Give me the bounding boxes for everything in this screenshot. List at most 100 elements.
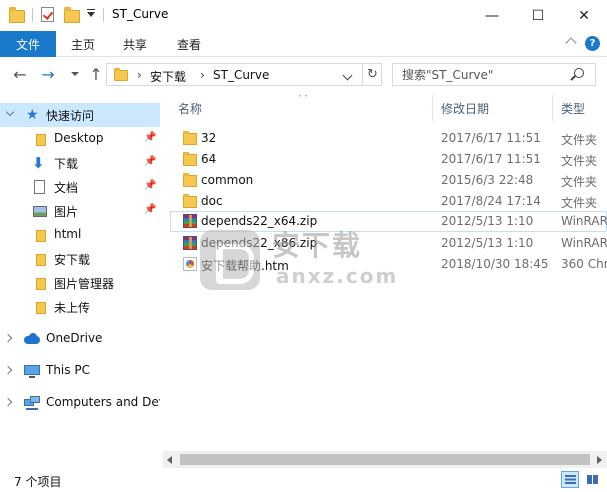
search-input[interactable] [393, 64, 573, 85]
scroll-left-icon[interactable] [167, 456, 172, 464]
file-name: common [201, 173, 254, 187]
file-date: 2015/6/3 22:48 [441, 173, 534, 187]
title-separator [103, 8, 104, 22]
sidebar-item-downloads[interactable]: ⬇ 下载 📌 [0, 151, 160, 175]
expand-ribbon-icon[interactable] [565, 37, 577, 49]
download-arrow-icon: ⬇ [32, 154, 45, 172]
breadcrumb-chevron-icon[interactable]: › [137, 68, 142, 82]
file-type: WinRAR [561, 236, 607, 250]
sidebar-item-html[interactable]: html [0, 223, 160, 247]
forward-arrow-icon[interactable]: → [38, 65, 58, 85]
column-header-type[interactable]: 类型 [553, 95, 607, 121]
column-header-date[interactable]: 修改日期 [433, 95, 553, 121]
up-arrow-icon[interactable]: ↑ [86, 65, 106, 85]
file-row[interactable]: common 2015/6/3 22:48 文件夹 [170, 170, 607, 191]
folder-icon [9, 7, 25, 23]
customize-toolbar-icon[interactable] [87, 9, 95, 17]
ribbon-tabs: 文件 主页 共享 查看 ? [0, 31, 607, 57]
file-date: 2017/6/17 11:51 [441, 131, 541, 145]
sidebar-item-onedrive[interactable]: OneDrive [0, 327, 160, 351]
folder-icon [32, 251, 48, 267]
tab-file[interactable]: 文件 [0, 31, 56, 57]
sidebar-item-label: 未上传 [54, 301, 91, 315]
sidebar-item-network[interactable]: Computers and Devices [0, 391, 160, 415]
sidebar-item-pictures[interactable]: 图片 📌 [0, 199, 160, 223]
folder-icon [183, 131, 197, 145]
sidebar-item-label: Desktop [54, 131, 104, 145]
minimize-button[interactable]: — [469, 0, 515, 31]
tab-share[interactable]: 共享 [123, 31, 147, 57]
folder-icon [32, 131, 48, 147]
file-name: 64 [201, 152, 217, 166]
file-type: 文件夹 [561, 133, 598, 147]
scrollbar-thumb[interactable] [180, 454, 590, 465]
expand-chevron-icon[interactable] [3, 365, 13, 375]
sidebar-item-quick-access[interactable]: ★ 快速访问 [0, 103, 160, 127]
tab-home[interactable]: 主页 [71, 31, 95, 57]
file-type: 360 Chr [561, 257, 607, 271]
expand-chevron-icon[interactable] [3, 397, 13, 407]
address-dropdown-icon[interactable] [342, 70, 353, 81]
file-row[interactable]: 32 2017/6/17 11:51 文件夹 [170, 128, 607, 149]
horizontal-scrollbar[interactable] [163, 451, 607, 468]
html-document-icon [183, 257, 197, 271]
address-folder-icon [114, 68, 128, 81]
folder-icon [32, 227, 48, 243]
sidebar-item-label: OneDrive [46, 331, 103, 345]
breadcrumb-item[interactable]: ST_Curve [213, 68, 269, 82]
document-icon [34, 179, 50, 195]
back-arrow-icon[interactable]: ← [10, 65, 30, 85]
scroll-right-icon[interactable] [597, 456, 602, 464]
window-title: ST_Curve [112, 7, 169, 21]
search-box[interactable] [392, 63, 596, 86]
title-bar: ST_Curve — ☐ ✕ [0, 0, 607, 31]
file-row[interactable]: doc 2017/8/24 17:14 文件夹 [170, 191, 607, 212]
star-icon: ★ [26, 107, 39, 123]
expand-chevron-icon[interactable] [5, 107, 15, 117]
watermark-text: 安下载 [272, 229, 363, 262]
file-type: 文件夹 [561, 196, 598, 210]
details-view-button[interactable] [561, 471, 579, 488]
sidebar-item-label: 文档 [54, 181, 79, 195]
watermark: 安下载 anxz.com [200, 222, 420, 302]
maximize-button[interactable]: ☐ [515, 0, 561, 31]
winrar-archive-icon [183, 214, 197, 228]
file-name: 32 [201, 131, 217, 145]
expand-chevron-icon[interactable] [3, 333, 13, 343]
file-date: 2018/10/30 18:45 [441, 257, 549, 271]
sidebar-item-desktop[interactable]: Desktop 📌 [0, 127, 160, 151]
column-header-name[interactable]: 名称 [170, 95, 433, 121]
file-date: 2017/6/17 11:51 [441, 152, 541, 166]
tab-view[interactable]: 查看 [177, 31, 201, 57]
search-icon[interactable] [574, 68, 584, 78]
close-button[interactable]: ✕ [561, 0, 607, 31]
computer-icon [24, 363, 40, 379]
file-row[interactable]: 64 2017/6/17 11:51 文件夹 [170, 149, 607, 170]
sidebar-item-image-manager[interactable]: 图片管理器 [0, 271, 160, 295]
sidebar-item-not-uploaded[interactable]: 未上传 [0, 295, 160, 319]
breadcrumb-chevron-icon[interactable]: › [200, 68, 205, 82]
recent-locations-icon[interactable] [71, 72, 79, 76]
sidebar-item-label: 下载 [54, 157, 79, 171]
large-icons-view-button[interactable] [583, 471, 601, 488]
watermark-domain: anxz.com [276, 264, 399, 288]
file-date: 2017/8/24 17:14 [441, 194, 541, 208]
file-type: 文件夹 [561, 175, 598, 189]
breadcrumb-item[interactable]: 安下载 [150, 68, 186, 85]
help-icon[interactable]: ? [585, 36, 600, 51]
picture-icon [33, 203, 49, 219]
properties-icon[interactable] [41, 7, 54, 22]
sidebar-item-label: 安下载 [54, 253, 91, 267]
new-folder-icon[interactable] [64, 7, 80, 23]
sidebar-item-anxiazai[interactable]: 安下载 [0, 247, 160, 271]
sidebar-item-documents[interactable]: 文档 📌 [0, 175, 160, 199]
network-icon [24, 395, 40, 411]
large-icons-view-icon [587, 475, 598, 484]
address-bar[interactable]: › 安下载 › ST_Curve ↻ [106, 63, 382, 86]
navigation-pane: ★ 快速访问 Desktop 📌 ⬇ 下载 📌 文档 📌 图片 📌 html 安… [0, 95, 160, 467]
refresh-icon[interactable]: ↻ [362, 64, 382, 85]
quick-access-separator [32, 8, 33, 22]
sidebar-item-this-pc[interactable]: This PC [0, 359, 160, 383]
sidebar-item-label: html [54, 227, 82, 241]
pin-icon: 📌 [144, 156, 157, 167]
